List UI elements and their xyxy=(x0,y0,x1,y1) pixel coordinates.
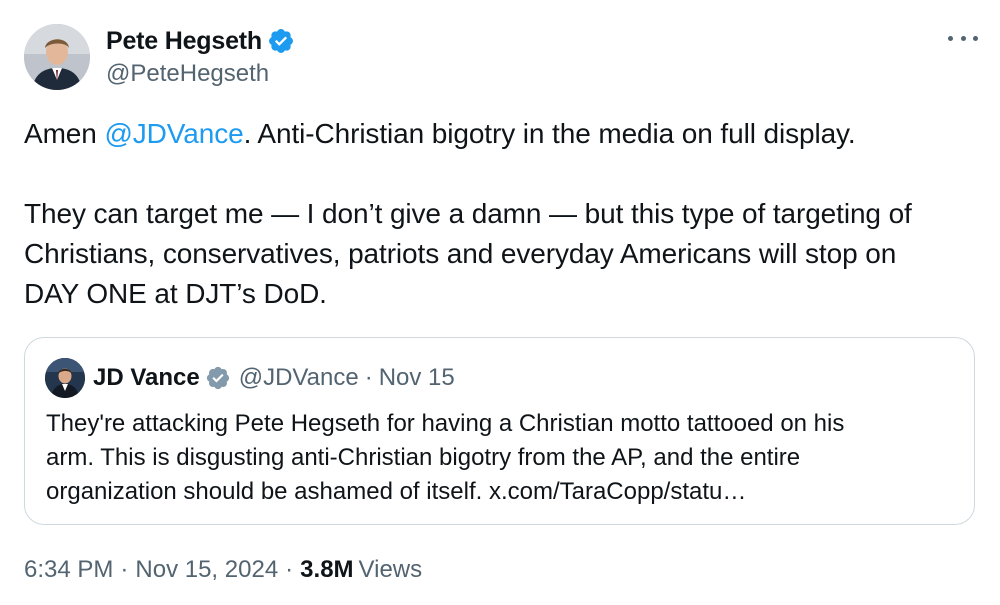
quoted-tweet-text: They're attacking Pete Hegseth for havin… xyxy=(46,407,946,509)
quoted-author-handle[interactable]: @JDVance xyxy=(239,364,359,392)
gray-verified-badge-icon[interactable] xyxy=(205,365,231,391)
quoted-author-avatar[interactable] xyxy=(45,358,85,398)
views-count[interactable]: 3.8M xyxy=(300,556,353,584)
dot-icon xyxy=(973,35,978,41)
tweet-paragraph-2-line-3: DAY ONE at DJT’s DoD. xyxy=(24,278,327,309)
views-label: Views xyxy=(358,556,423,583)
quoted-text-line-2: arm. This is disgusting anti-Christian b… xyxy=(46,444,801,471)
quoted-tweet-header: JD Vance @JDVance · Nov 15 xyxy=(45,358,455,398)
separator-dot: · xyxy=(364,364,373,391)
tweet-paragraph-1: Amen @JDVance. Anti-Christian bigotry in… xyxy=(24,114,974,154)
tweet-time[interactable]: 6:34 PM xyxy=(24,556,113,584)
separator-dot: · xyxy=(285,556,294,583)
separator-dot: · xyxy=(120,556,129,583)
tweet-paragraph-2-line-1: They can target me — I don’t give a damn… xyxy=(24,198,912,229)
quoted-text-line-3: organization should be ashamed of itself… xyxy=(46,478,747,505)
quoted-tweet[interactable]: JD Vance @JDVance · Nov 15 They're attac… xyxy=(24,337,975,525)
verified-badge-icon[interactable] xyxy=(267,27,295,55)
quoted-author-name[interactable]: JD Vance xyxy=(93,364,200,392)
quoted-tweet-date[interactable]: Nov 15 xyxy=(379,364,455,392)
author-display-name[interactable]: Pete Hegseth xyxy=(106,27,262,56)
tweet-text: Amen @JDVance. Anti-Christian bigotry in… xyxy=(24,114,974,314)
dot-icon xyxy=(960,35,966,41)
tweet-paragraph-2-line-2: Christians, conservatives, patriots and … xyxy=(24,238,897,269)
author-info: Pete Hegseth @PeteHegseth xyxy=(106,24,295,88)
dot-icon xyxy=(948,35,953,41)
tweet-text-segment: Amen xyxy=(24,118,105,149)
quoted-text-line-1: They're attacking Pete Hegseth for havin… xyxy=(46,410,845,437)
tweet-metadata: 6:34 PM · Nov 15, 2024 · 3.8M Views xyxy=(24,556,422,584)
tweet-card: Pete Hegseth @PeteHegseth Amen @JDVance.… xyxy=(0,0,1000,605)
mention-link[interactable]: @JDVance xyxy=(104,118,243,149)
tweet-date[interactable]: Nov 15, 2024 xyxy=(135,556,278,584)
tweet-text-segment: . Anti-Christian bigotry in the media on… xyxy=(243,118,856,149)
author-avatar[interactable] xyxy=(24,24,90,90)
more-options-icon[interactable] xyxy=(948,28,978,48)
author-handle[interactable]: @PeteHegseth xyxy=(106,60,295,88)
